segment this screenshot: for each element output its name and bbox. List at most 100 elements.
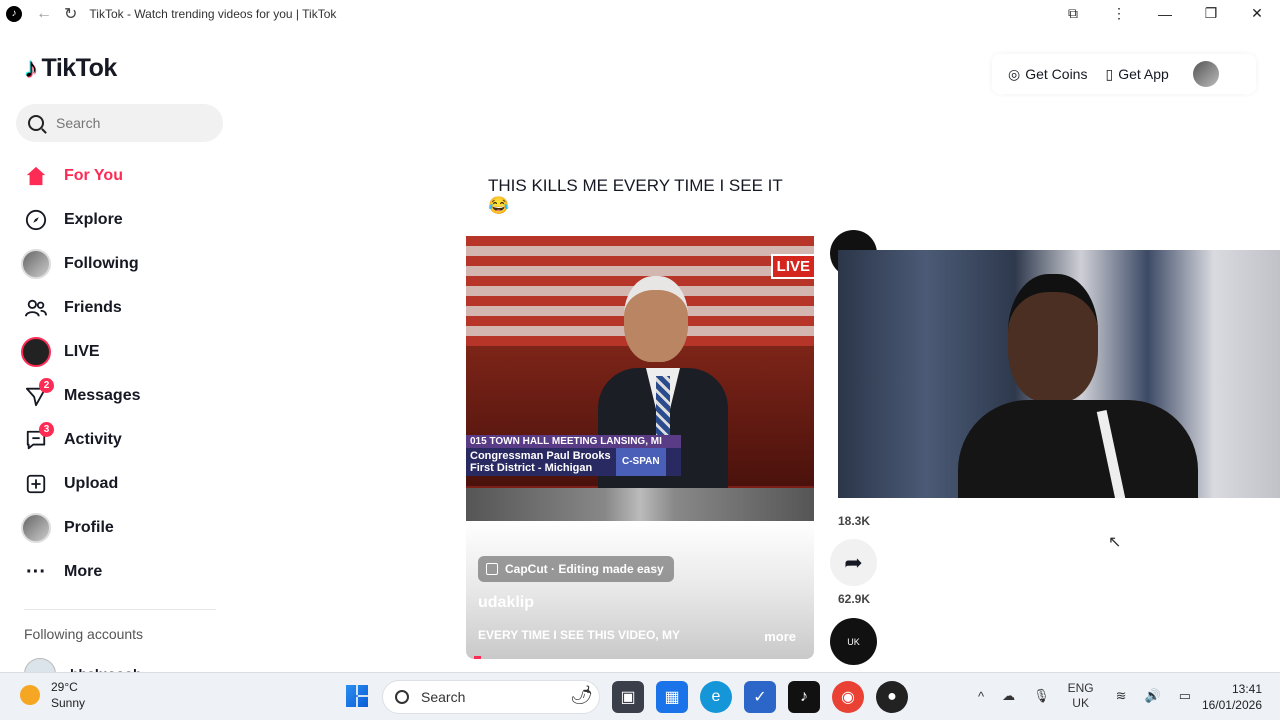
following-avatar: [20, 248, 52, 280]
messages-badge: 2: [39, 378, 54, 393]
close-icon[interactable]: ✕: [1234, 5, 1280, 22]
minimize-icon[interactable]: —: [1142, 6, 1188, 22]
activity-badge: 3: [39, 422, 54, 437]
sidebar-item-label: Friends: [64, 299, 122, 316]
get-app-button[interactable]: ▯ Get App: [1105, 66, 1168, 83]
more-icon: ···: [26, 560, 46, 583]
sidebar-item-explore[interactable]: Explore: [20, 198, 220, 242]
home-icon: [20, 160, 52, 192]
task-view-icon[interactable]: ▣: [612, 681, 644, 713]
capcut-icon: [486, 563, 498, 575]
sun-icon: [20, 685, 40, 705]
search-input[interactable]: [56, 115, 206, 131]
weather-widget[interactable]: 29°C Sunny: [20, 679, 85, 711]
language-indicator[interactable]: ENG UK: [1068, 681, 1094, 711]
sidebar-item-label: Explore: [64, 211, 123, 228]
more-link[interactable]: more: [764, 629, 796, 644]
sidebar-item-label: Activity: [64, 431, 122, 448]
restore-icon[interactable]: ❐: [1188, 5, 1234, 22]
sidebar-item-activity[interactable]: 3 Activity: [20, 418, 220, 462]
get-coins-button[interactable]: ◎ Get Coins: [1008, 66, 1087, 83]
upload-icon: [20, 468, 52, 500]
sidebar-item-label: Following: [64, 255, 139, 272]
windows-taskbar: 29°C Sunny Search 🌶 ▣ ▦ e ✓ ♪ ◉ ● ^ ☁ 🎙 …: [0, 672, 1280, 720]
outlook-icon[interactable]: ✓: [744, 681, 776, 713]
friends-icon: [20, 292, 52, 324]
lower-third-name: Congressman Paul Brooks First District -…: [470, 450, 611, 474]
edge-icon[interactable]: e: [700, 681, 732, 713]
tiktok-logo[interactable]: ♪ TikTok: [24, 52, 117, 84]
brand-name: TikTok: [41, 53, 118, 82]
volume-icon[interactable]: 🔊: [1145, 688, 1161, 704]
lower-third-top: 015 TOWN HALL MEETING LANSING, MI: [466, 435, 681, 448]
live-tag: LIVE: [770, 254, 814, 279]
system-tray: ^ ☁ 🎙 ENG UK ≋ 🔊 ▭: [978, 681, 1209, 711]
back-icon[interactable]: ←: [36, 5, 52, 23]
webcam-overlay: [838, 250, 1280, 498]
comments-count: 18.3K: [837, 514, 871, 528]
chrome-icon[interactable]: ◉: [832, 681, 864, 713]
system-clock[interactable]: 13:41 16/01/2026: [1202, 681, 1262, 713]
video-progress-bar[interactable]: [474, 656, 481, 659]
sidebar-item-live[interactable]: LIVE: [20, 330, 220, 374]
lang-code: ENG: [1067, 681, 1094, 695]
video-caption-title: THIS KILLS ME EVERY TIME I SEE IT 😂: [488, 176, 783, 215]
header-actions: ◎ Get Coins ▯ Get App: [992, 54, 1256, 94]
reload-icon[interactable]: ↻: [64, 4, 77, 24]
temperature: 29°C: [51, 680, 78, 694]
lang-region: UK: [1072, 696, 1089, 710]
extensions-icon[interactable]: ⧉: [1050, 5, 1096, 22]
video-description: EVERY TIME I SEE THIS VIDEO, MY: [478, 628, 681, 642]
shares-count: 62.9K: [837, 592, 871, 606]
taskbar-search-label: Search: [421, 689, 466, 705]
weather-condition: Sunny: [51, 696, 86, 710]
sidebar-item-for-you[interactable]: For You: [20, 154, 220, 198]
profile-avatar-button[interactable]: [1192, 61, 1219, 87]
obs-icon[interactable]: ●: [876, 681, 908, 713]
battery-icon[interactable]: ▭: [1179, 688, 1191, 704]
sidebar-divider: [24, 609, 216, 610]
share-button[interactable]: ➦: [830, 539, 877, 586]
sidebar-item-label: Profile: [64, 519, 114, 536]
chevron-up-icon[interactable]: ^: [978, 689, 984, 704]
tab-title: TikTok - Watch trending videos for you |…: [89, 6, 337, 21]
capcut-label: CapCut · Editing made easy: [505, 562, 664, 576]
sidebar-item-upload[interactable]: Upload: [20, 462, 220, 506]
menu-dots-icon[interactable]: ⋮: [1096, 5, 1142, 22]
capcut-tag[interactable]: CapCut · Editing made easy: [478, 556, 674, 582]
phone-icon: ▯: [1105, 65, 1114, 82]
onedrive-icon[interactable]: ☁: [1002, 688, 1015, 704]
microphone-icon[interactable]: 🎙: [1033, 688, 1050, 704]
sidebar-item-profile[interactable]: Profile: [20, 506, 220, 550]
video-blur-bar: [466, 488, 814, 521]
search-box[interactable]: [16, 104, 223, 142]
windows-start-icon[interactable]: [346, 685, 368, 707]
taskbar-apps: ▣ ▦ e ✓ ♪ ◉ ●: [612, 681, 920, 713]
sidebar-nav: For You Explore Following Friends LIVE 2…: [20, 154, 220, 594]
live-avatar: [20, 336, 52, 368]
get-coins-label: Get Coins: [1025, 66, 1088, 82]
video-info-overlay: CapCut · Editing made easy udaklip EVERY…: [466, 521, 814, 659]
lower-third-network: C-SPAN: [616, 448, 666, 476]
sidebar-item-more[interactable]: ··· More: [20, 550, 220, 594]
share-icon: ➦: [844, 549, 863, 575]
following-accounts-heading: Following accounts: [24, 626, 144, 642]
store-icon[interactable]: ▦: [656, 681, 688, 713]
activity-icon: 3: [20, 422, 54, 456]
clock-date: 16/01/2026: [1201, 698, 1262, 712]
get-app-label: Get App: [1118, 66, 1169, 82]
tiktok-taskbar-icon[interactable]: ♪: [788, 681, 820, 713]
sidebar-item-following[interactable]: Following: [20, 242, 220, 286]
taskbar-search[interactable]: Search 🌶: [382, 680, 600, 714]
sidebar-item-friends[interactable]: Friends: [20, 286, 220, 330]
window-controls: ⧉ ⋮ — ❐ ✕: [1050, 0, 1280, 27]
video-player[interactable]: LIVE 015 TOWN HALL MEETING LANSING, MI C…: [466, 236, 814, 659]
sound-avatar[interactable]: UK: [830, 618, 877, 665]
video-author[interactable]: udaklip: [478, 594, 534, 612]
wifi-icon[interactable]: ≋: [1116, 688, 1127, 704]
sidebar-item-label: Messages: [64, 387, 141, 404]
coin-icon: ◎: [1008, 65, 1021, 82]
video-frame[interactable]: LIVE 015 TOWN HALL MEETING LANSING, MI C…: [466, 236, 814, 521]
pepper-icon: 🌶: [570, 685, 593, 705]
sidebar-item-messages[interactable]: 2 Messages: [20, 374, 220, 418]
